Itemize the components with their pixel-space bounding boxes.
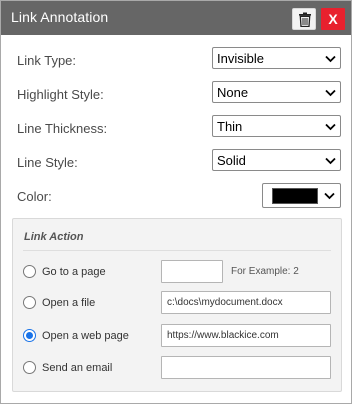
link-type-value: Invisible [217, 51, 264, 66]
email-input[interactable] [161, 356, 331, 379]
link-type-select[interactable]: Invisible [212, 47, 341, 69]
file-path-input[interactable] [161, 291, 331, 314]
radio-go-to-page[interactable] [23, 265, 36, 278]
email-field[interactable] [162, 357, 330, 378]
page-number-input[interactable] [161, 260, 223, 283]
dialog-titlebar: Link Annotation X [1, 1, 351, 35]
line-thickness-label: Line Thickness: [17, 121, 108, 136]
chevron-down-icon [325, 123, 336, 131]
chevron-down-icon [324, 192, 335, 200]
file-path-field[interactable] [162, 292, 330, 313]
radio-open-web-page[interactable] [23, 329, 36, 342]
line-thickness-select[interactable]: Thin [212, 115, 341, 137]
go-to-page-label[interactable]: Go to a page [42, 266, 106, 278]
page-example-hint: For Example: 2 [231, 266, 299, 277]
color-swatch [272, 188, 318, 204]
link-action-group: Link Action Go to a page For Example: 2 … [12, 218, 342, 392]
line-style-label: Line Style: [17, 155, 78, 170]
line-style-value: Solid [217, 153, 246, 168]
chevron-down-icon [325, 89, 336, 97]
divider [23, 250, 331, 251]
link-action-title: Link Action [24, 231, 84, 243]
send-email-label[interactable]: Send an email [42, 362, 112, 374]
link-type-label: Link Type: [17, 53, 77, 68]
radio-send-email[interactable] [23, 361, 36, 374]
dialog-title: Link Annotation [11, 9, 109, 25]
color-label: Color: [17, 189, 52, 204]
radio-open-file[interactable] [23, 296, 36, 309]
chevron-down-icon [325, 157, 336, 165]
line-style-select[interactable]: Solid [212, 149, 341, 171]
page-number-field[interactable] [162, 261, 222, 282]
open-web-page-label[interactable]: Open a web page [42, 330, 129, 342]
link-annotation-dialog: Link Annotation X Link Type: Invisible H… [0, 0, 352, 404]
highlight-style-value: None [217, 85, 249, 100]
highlight-style-label: Highlight Style: [17, 87, 104, 102]
line-thickness-value: Thin [217, 119, 243, 134]
highlight-style-select[interactable]: None [212, 81, 341, 103]
close-button[interactable]: X [321, 8, 345, 30]
open-file-label[interactable]: Open a file [42, 297, 95, 309]
delete-button[interactable] [292, 8, 316, 30]
chevron-down-icon [325, 55, 336, 63]
url-field[interactable] [162, 325, 330, 346]
url-input[interactable] [161, 324, 331, 347]
color-picker[interactable] [262, 183, 341, 208]
trash-icon [299, 12, 311, 27]
